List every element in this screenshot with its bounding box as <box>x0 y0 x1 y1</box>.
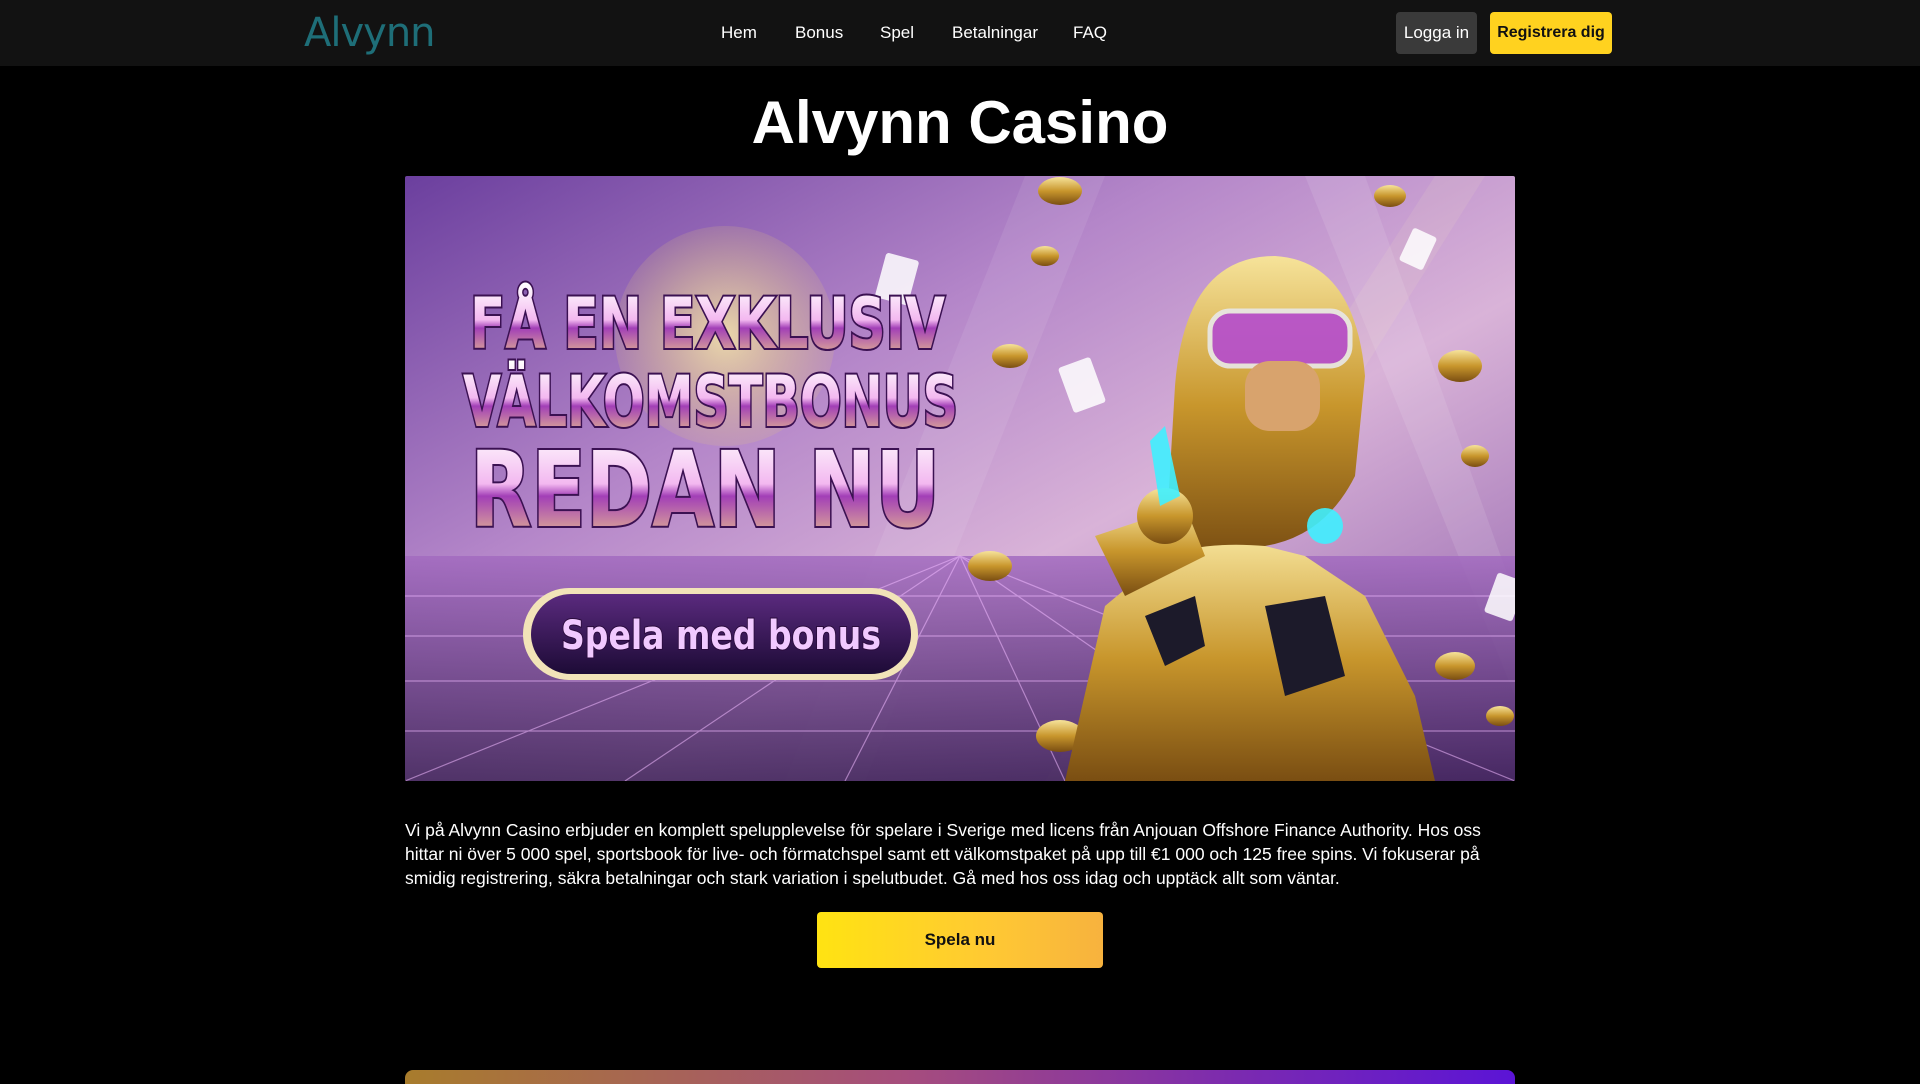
next-section-banner-edge <box>405 1070 1515 1084</box>
svg-text:REDAN NU: REDAN NU <box>470 429 940 551</box>
banner-headline: FÅ EN EXKLUSIV VÄLKOMSTBONUS REDAN NU <box>461 281 960 553</box>
promo-banner-art: FÅ EN EXKLUSIV VÄLKOMSTBONUS REDAN NU Sp… <box>405 176 1515 781</box>
register-button[interactable]: Registrera dig <box>1490 12 1612 54</box>
nav-item-faq[interactable]: FAQ <box>1073 22 1107 44</box>
nav-item-hem[interactable]: Hem <box>721 22 757 44</box>
play-now-button[interactable]: Spela nu <box>817 912 1103 968</box>
banner-cta-button[interactable]: Spela med bonus <box>523 588 918 680</box>
promo-banner[interactable]: FÅ EN EXKLUSIV VÄLKOMSTBONUS REDAN NU Sp… <box>405 176 1515 781</box>
banner-cta-label: Spela med bonus <box>561 613 881 659</box>
login-button[interactable]: Logga in <box>1396 12 1477 54</box>
site-header: Alvynn Hem Bonus Spel Betalningar FAQ Lo… <box>0 0 1920 66</box>
svg-text:FÅ EN EXKLUSIV: FÅ EN EXKLUSIV <box>470 283 945 365</box>
site-logo[interactable]: Alvynn <box>304 8 436 58</box>
intro-text: Vi på Alvynn Casino erbjuder en komplett… <box>405 820 1481 888</box>
nav-item-spel[interactable]: Spel <box>880 22 914 44</box>
page-title: Alvynn Casino <box>751 89 1169 156</box>
nav-item-bonus[interactable]: Bonus <box>795 22 843 44</box>
nav-item-betalningar[interactable]: Betalningar <box>952 22 1038 44</box>
